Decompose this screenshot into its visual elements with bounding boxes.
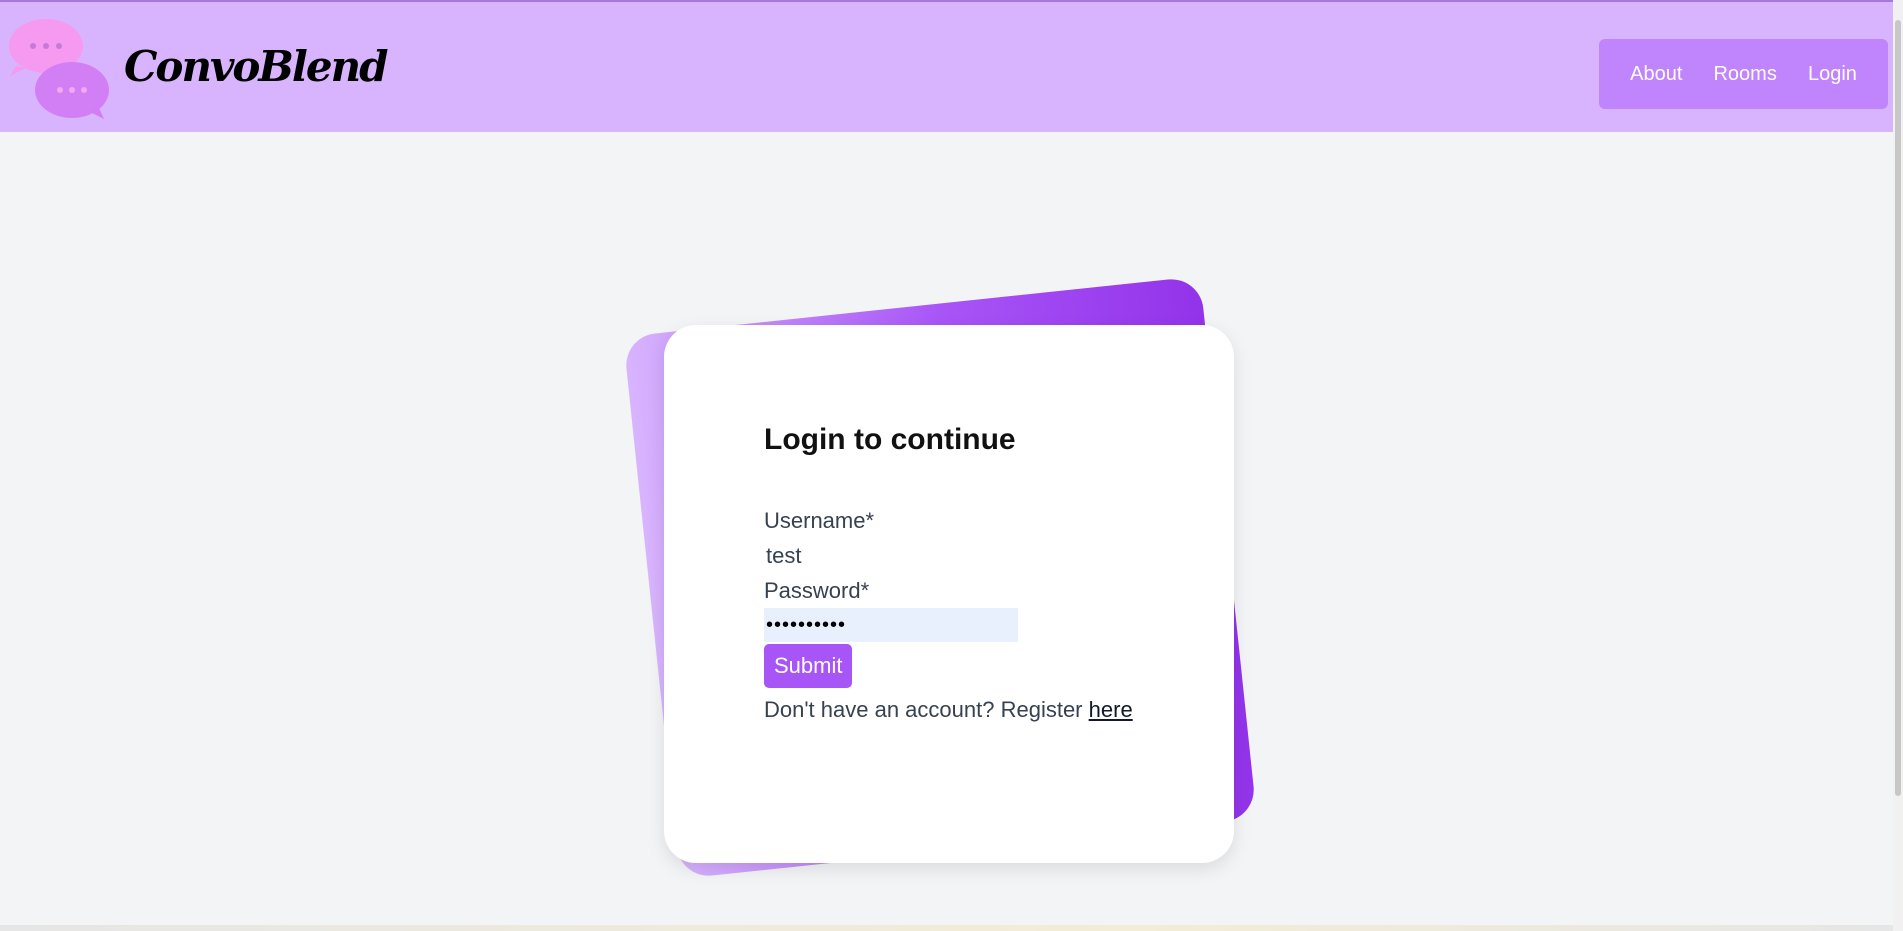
register-prompt: Don't have an account? Register here bbox=[764, 692, 1184, 727]
password-label: Password* bbox=[764, 578, 870, 603]
brand-name[interactable]: ConvoBlend bbox=[124, 42, 388, 91]
nav-rooms-link[interactable]: Rooms bbox=[1713, 63, 1776, 86]
chat-bubbles-icon[interactable] bbox=[8, 18, 112, 120]
login-form: Login to continue Username* Password* Su… bbox=[764, 425, 1184, 727]
submit-button[interactable]: Submit bbox=[764, 644, 853, 688]
login-title: Login to continue bbox=[764, 423, 1016, 456]
login-card: Login to continue Username* Password* Su… bbox=[664, 325, 1234, 863]
window-bottom-border bbox=[0, 925, 1893, 931]
username-label: Username* bbox=[764, 508, 875, 533]
vertical-scrollbar[interactable] bbox=[1893, 0, 1903, 931]
register-prompt-text: Don't have an account? Register bbox=[764, 697, 1083, 722]
scrollbar-thumb[interactable] bbox=[1895, 20, 1901, 796]
register-link[interactable]: here bbox=[1089, 697, 1133, 722]
username-input[interactable] bbox=[764, 538, 1018, 573]
password-input[interactable] bbox=[764, 608, 1018, 642]
main-nav: About Rooms Login bbox=[1599, 39, 1888, 109]
site-header: ConvoBlend About Rooms Login bbox=[0, 2, 1893, 132]
nav-about-link[interactable]: About bbox=[1630, 63, 1682, 86]
nav-login-link[interactable]: Login bbox=[1808, 63, 1857, 86]
